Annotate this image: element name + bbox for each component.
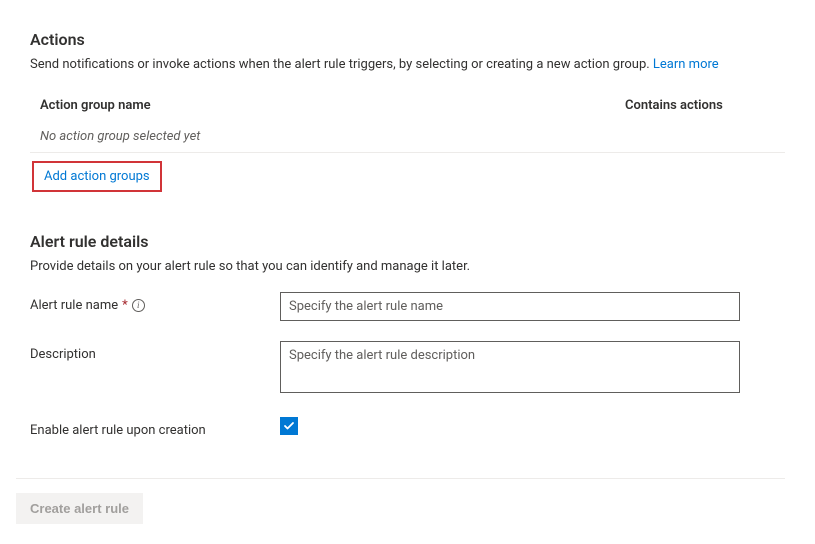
alert-rule-name-label: Alert rule name * i [30,292,280,313]
alert-rule-details-section: Alert rule details Provide details on yo… [30,232,785,438]
learn-more-link[interactable]: Learn more [653,57,719,72]
actions-section: Actions Send notifications or invoke act… [30,30,785,192]
col-contains-actions: Contains actions [625,98,775,113]
create-alert-rule-button[interactable]: Create alert rule [16,493,143,524]
alert-rule-description-row: Description [30,341,785,397]
alert-rule-description-control [280,341,740,397]
info-icon[interactable]: i [132,299,145,312]
action-group-table: Action group name Contains actions No ac… [30,90,785,153]
required-star-icon: * [122,298,128,313]
alert-rule-name-control [280,292,740,321]
col-action-group-name: Action group name [40,98,625,113]
details-description: Provide details on your alert rule so th… [30,259,785,274]
footer-bar: Create alert rule [16,478,785,544]
alert-rule-name-label-text: Alert rule name [30,298,118,313]
alert-rule-name-input[interactable] [280,292,740,321]
add-action-groups-highlight: Add action groups [32,161,162,192]
enable-upon-creation-label: Enable alert rule upon creation [30,417,280,438]
alert-rule-description-input[interactable] [280,341,740,393]
enable-upon-creation-control [280,417,298,436]
actions-description: Send notifications or invoke actions whe… [30,57,785,72]
actions-title: Actions [30,30,785,49]
add-action-groups-link[interactable]: Add action groups [44,169,150,184]
actions-description-text: Send notifications or invoke actions whe… [30,57,653,72]
checkmark-icon [283,420,295,432]
alert-rule-description-label: Description [30,341,280,362]
details-title: Alert rule details [30,232,785,251]
alert-rule-name-row: Alert rule name * i [30,292,785,321]
action-group-empty-row: No action group selected yet [30,121,785,153]
enable-upon-creation-row: Enable alert rule upon creation [30,417,785,438]
action-group-table-header: Action group name Contains actions [30,90,785,121]
enable-upon-creation-checkbox[interactable] [280,417,298,435]
